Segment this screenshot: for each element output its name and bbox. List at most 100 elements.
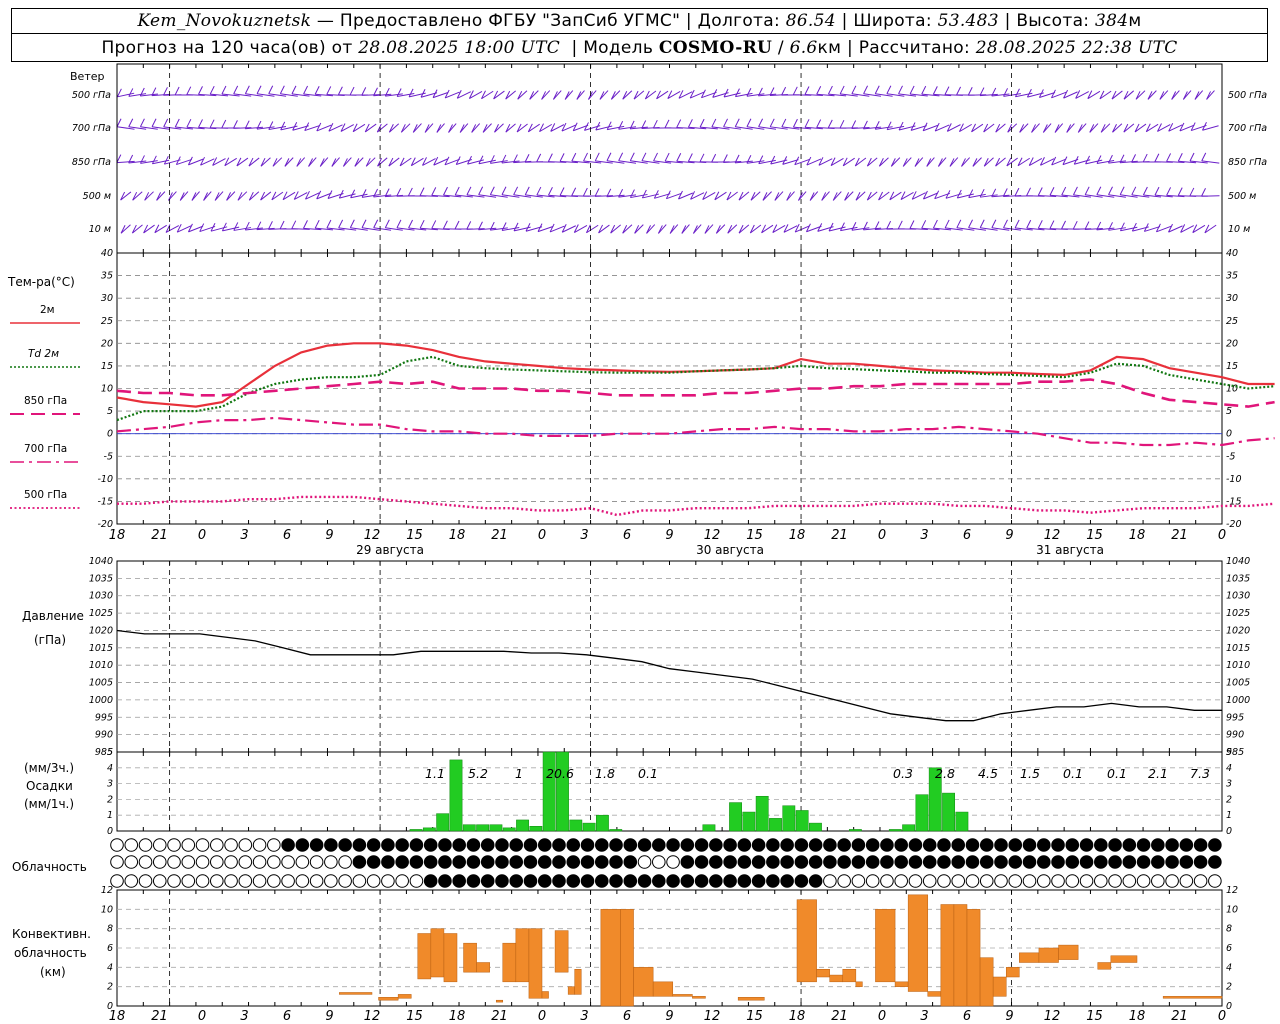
cloud-cover-circle xyxy=(1179,855,1194,869)
y-tick-label-right: 40 xyxy=(1226,248,1238,259)
precip-bar xyxy=(955,811,969,832)
cloud-cover-circle xyxy=(366,855,381,869)
cloud-cover-circle xyxy=(780,855,794,869)
wind-barb-tick xyxy=(886,220,892,230)
cloud-cover-circle xyxy=(580,855,595,869)
wind-barb-tick xyxy=(559,153,565,162)
wind-barb xyxy=(1123,90,1134,100)
y-tick-label-left: 5 xyxy=(107,747,113,758)
convective-bar xyxy=(1019,952,1040,963)
cloud-cover-circle xyxy=(908,874,923,888)
wind-barb-tick xyxy=(419,219,425,229)
cloud-cover-circle xyxy=(922,838,937,852)
hour-label-bottom: 21 xyxy=(151,1009,168,1024)
cloud-cover-circle xyxy=(267,855,281,869)
convective-bar xyxy=(1110,955,1138,963)
wind-barb-tick xyxy=(151,118,157,127)
wind-barb-tick xyxy=(1026,187,1032,197)
cloud-cover-circle xyxy=(652,838,666,852)
wind-barb-tick xyxy=(1189,187,1195,197)
convective-bar xyxy=(672,994,693,997)
cloud-cover-circle xyxy=(937,855,951,869)
wind-barb-tick xyxy=(664,152,670,162)
hour-label: 12 xyxy=(1044,528,1061,543)
cloud-cover-circle xyxy=(1065,874,1080,888)
cloud-cover-circle xyxy=(152,874,167,888)
hour-label: 9 xyxy=(665,528,673,543)
wind-barb-tick xyxy=(361,219,367,228)
cloud-cover-circle xyxy=(381,874,395,888)
cloud-cover-circle xyxy=(1022,855,1037,869)
cloud-cover-circle xyxy=(523,855,538,869)
wind-barb-tick xyxy=(758,155,764,164)
wind-barb-tick xyxy=(232,120,238,129)
cloud-cover-circle xyxy=(1008,855,1023,869)
wind-barb-tick xyxy=(839,85,845,95)
cloud-cover-circle xyxy=(552,838,566,852)
cloud-cover-circle xyxy=(894,838,908,852)
precip-label: 2.8 xyxy=(935,766,955,781)
cloud-cover-circle xyxy=(1051,838,1065,852)
cloud-cover-circle xyxy=(609,874,623,888)
y-tick-label-right: 1025 xyxy=(1226,608,1250,619)
temp-series-line xyxy=(116,342,1275,408)
cloud-cover-circle xyxy=(808,855,823,869)
wind-barb-tick xyxy=(723,118,729,128)
y-tick-label-right: 35 xyxy=(1226,271,1238,282)
convective-bar xyxy=(430,928,445,978)
cloud-cover-circle xyxy=(224,838,238,852)
y-tick-label-right: 12 xyxy=(1226,885,1238,896)
wind-barb-tick xyxy=(419,187,425,196)
cloud-cover-circle xyxy=(1208,855,1222,869)
wind-barb-tick xyxy=(303,85,309,95)
wind-barb xyxy=(633,90,645,100)
cloud-cover-circle xyxy=(238,855,253,869)
wind-barb-tick xyxy=(874,85,880,94)
wind-barb-tick xyxy=(769,118,775,128)
cloud-cover-circle xyxy=(124,855,139,869)
cloud-cover-circle xyxy=(808,838,823,852)
precip-bar xyxy=(795,810,809,832)
wind-barb-tick xyxy=(886,85,892,94)
wind-barb-tick xyxy=(303,220,308,229)
wind-barb-tick xyxy=(349,219,355,228)
wind-barb-tick xyxy=(792,86,798,96)
y-tick-label-left: 1010 xyxy=(89,660,113,671)
y-tick-label-left: -15 xyxy=(97,496,113,507)
cloud-cover-circle xyxy=(452,855,466,869)
wind-barb xyxy=(762,191,772,201)
precip-unit3: (мм/3ч.) xyxy=(24,761,74,775)
y-tick-label-left: 25 xyxy=(101,316,113,327)
convective-bar xyxy=(378,997,399,1001)
cloud-cover-circle xyxy=(552,874,566,888)
wind-level-label: 500 м xyxy=(83,191,111,202)
wind-barb-tick xyxy=(734,118,740,127)
wind-barb-tick xyxy=(629,152,635,161)
convective-bar xyxy=(541,991,549,999)
y-tick-label-right: 0 xyxy=(1226,1001,1232,1012)
cloud-cover-circle xyxy=(894,855,908,869)
y-tick-label-right: 0 xyxy=(1226,429,1232,440)
wind-barbs xyxy=(116,85,1220,234)
precip-label: 1 xyxy=(515,766,523,781)
y-tick-label-left: 20 xyxy=(101,338,113,349)
wind-barb-tick xyxy=(396,188,402,197)
wind-barb-tick xyxy=(851,120,857,129)
precip-bar xyxy=(769,818,782,832)
y-tick-label-left: 12 xyxy=(101,885,113,896)
y-tick-label-right: 6 xyxy=(1226,943,1232,954)
y-tick-label-right: 1040 xyxy=(1226,556,1250,567)
wind-barb-tick xyxy=(641,152,647,162)
cloud-cover-circle xyxy=(851,838,866,852)
cloud-cover-circle xyxy=(837,855,851,869)
wind-barb xyxy=(727,224,738,234)
y-tick-label-right: 30 xyxy=(1226,293,1238,304)
cloud-cover-circle xyxy=(395,838,409,852)
y-tick-label-right: 1005 xyxy=(1226,678,1250,689)
cloud-cover-circle xyxy=(438,855,452,869)
cloud-cover-circle xyxy=(709,838,723,852)
temp-series-line xyxy=(117,495,1275,517)
wind-barb-tick xyxy=(1096,155,1102,164)
temp-legend: 2м Td 2м 850 гПа 700 гПа 500 гПа xyxy=(10,304,80,509)
wind-barb xyxy=(529,90,539,100)
